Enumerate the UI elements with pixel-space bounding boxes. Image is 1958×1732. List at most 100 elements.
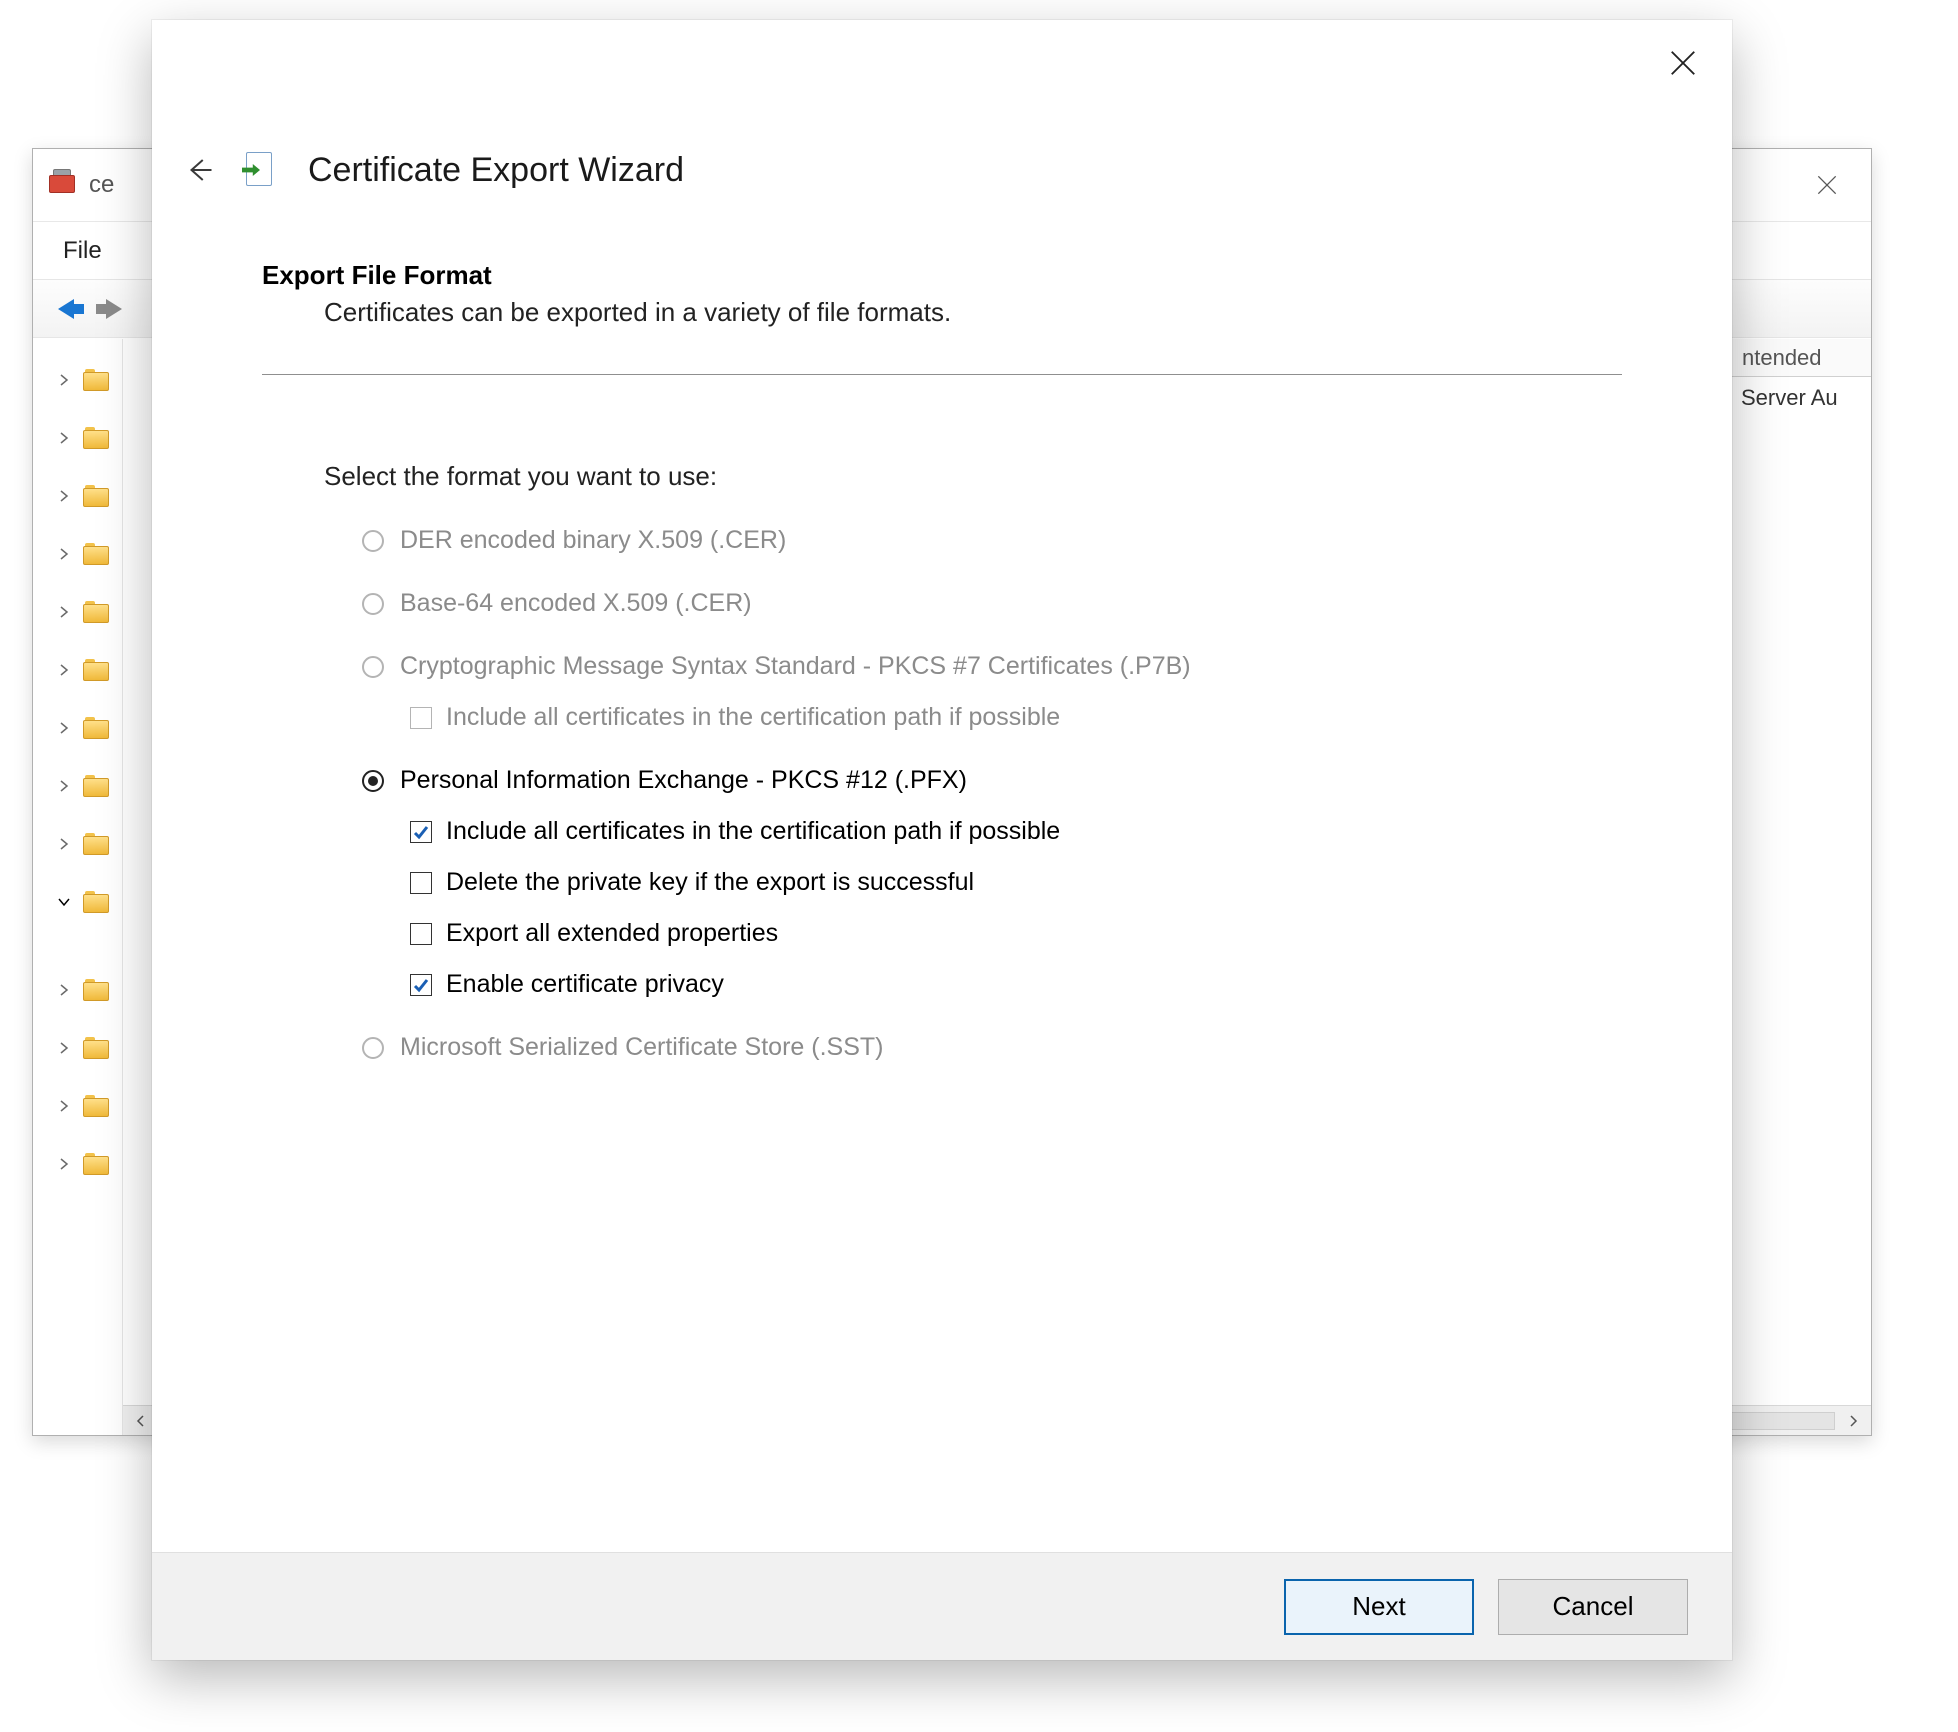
radio-p7b: Cryptographic Message Syntax Standard - … [362,652,1622,681]
checkbox-label: Enable certificate privacy [446,970,724,999]
folder-icon [83,1153,109,1175]
folder-icon [83,369,109,391]
wizard-back-button[interactable] [182,153,216,187]
chevron-right-icon[interactable] [57,1099,71,1113]
divider [262,374,1622,375]
checkbox-icon [410,707,432,729]
checkbox-label: Delete the private key if the export is … [446,868,974,897]
tree-row[interactable] [33,525,122,583]
wizard-header: Certificate Export Wizard [152,120,1732,220]
folder-icon [83,891,109,913]
radio-label: Base-64 encoded X.509 (.CER) [400,589,752,618]
tree-row[interactable] [33,1135,122,1193]
folder-icon [83,1037,109,1059]
radio-icon [362,656,384,678]
wizard-content: Export File Format Certificates can be e… [152,220,1732,1552]
chevron-right-icon[interactable] [57,721,71,735]
checkbox-pfx-include-chain[interactable]: Include all certificates in the certific… [410,817,1622,846]
checkbox-pfx-delete-key[interactable]: Delete the private key if the export is … [410,868,1622,897]
checkbox-pfx-privacy[interactable]: Enable certificate privacy [410,970,1622,999]
toolbar-back-button[interactable] [47,290,85,328]
radio-pfx[interactable]: Personal Information Exchange - PKCS #12… [362,766,1622,795]
column-header-fragment[interactable]: ntended [1731,339,1871,377]
chevron-right-icon[interactable] [57,489,71,503]
tree-row[interactable] [33,757,122,815]
tree-row[interactable] [33,699,122,757]
checkbox-icon [410,974,432,996]
checkbox-pfx-export-ext[interactable]: Export all extended properties [410,919,1622,948]
tree-row[interactable] [33,467,122,525]
close-icon [1668,48,1698,78]
chevron-right-icon[interactable] [57,663,71,677]
tree-row[interactable] [33,583,122,641]
wizard-title: Certificate Export Wizard [308,151,684,190]
folder-icon [83,775,109,797]
arrow-right-icon [106,299,122,319]
row-text-fragment: Server Au [1731,379,1871,417]
mmc-close-button[interactable] [1797,160,1857,210]
tree-row[interactable] [33,351,122,409]
chevron-left-icon [135,1415,147,1427]
certificate-export-wizard-dialog: Certificate Export Wizard Export File Fo… [152,20,1732,1660]
radio-sst: Microsoft Serialized Certificate Store (… [362,1033,1622,1062]
arrow-left-icon [58,299,74,319]
tree-row[interactable] [33,815,122,873]
chevron-right-icon[interactable] [57,1157,71,1171]
mmc-title: ce [89,171,114,199]
radio-label: Personal Information Exchange - PKCS #12… [400,766,967,795]
tree-row[interactable] [33,409,122,467]
radio-label: Microsoft Serialized Certificate Store (… [400,1033,883,1062]
menu-file[interactable]: File [49,237,116,265]
tree-row[interactable] [33,1019,122,1077]
radio-icon [362,530,384,552]
radio-label: Cryptographic Message Syntax Standard - … [400,652,1191,681]
folder-icon [83,659,109,681]
chevron-right-icon[interactable] [57,779,71,793]
chevron-right-icon[interactable] [57,983,71,997]
folder-icon [83,1095,109,1117]
chevron-right-icon[interactable] [57,373,71,387]
scroll-right-button[interactable] [1841,1409,1865,1433]
folder-icon [83,543,109,565]
folder-icon [83,979,109,1001]
radio-der: DER encoded binary X.509 (.CER) [362,526,1622,555]
radio-icon [362,593,384,615]
checkbox-icon [410,821,432,843]
chevron-right-icon[interactable] [57,431,71,445]
chevron-right-icon [1847,1415,1859,1427]
radio-icon [362,1037,384,1059]
tree-row[interactable] [33,961,122,1019]
next-button[interactable]: Next [1284,1579,1474,1635]
cancel-button[interactable]: Cancel [1498,1579,1688,1635]
folder-icon [83,427,109,449]
folder-icon [83,485,109,507]
tree-row[interactable] [33,641,122,699]
chevron-down-icon[interactable] [57,895,71,909]
mmc-tree[interactable] [33,339,123,1435]
checkbox-icon [410,923,432,945]
radio-base64: Base-64 encoded X.509 (.CER) [362,589,1622,618]
section-title: Export File Format [262,260,1622,291]
tree-row[interactable] [33,931,122,961]
checkbox-label: Include all certificates in the certific… [446,817,1060,846]
chevron-right-icon[interactable] [57,837,71,851]
chevron-right-icon[interactable] [57,547,71,561]
arrow-left-icon [184,155,214,185]
format-options: DER encoded binary X.509 (.CER) Base-64 … [362,526,1622,1062]
wizard-close-button[interactable] [1662,42,1704,84]
scroll-left-button[interactable] [129,1409,153,1433]
chevron-right-icon[interactable] [57,605,71,619]
toolbar-forward-button[interactable] [95,290,133,328]
checkbox-icon [410,872,432,894]
folder-icon [83,601,109,623]
format-prompt: Select the format you want to use: [324,461,1622,492]
chevron-right-icon[interactable] [57,1041,71,1055]
radio-icon [362,770,384,792]
close-icon [1814,172,1840,198]
folder-icon [83,833,109,855]
folder-icon [83,717,109,739]
tree-row[interactable] [33,1077,122,1135]
tree-row[interactable] [33,873,122,931]
mmc-app-icon [47,169,79,201]
wizard-titlebar [152,20,1732,120]
